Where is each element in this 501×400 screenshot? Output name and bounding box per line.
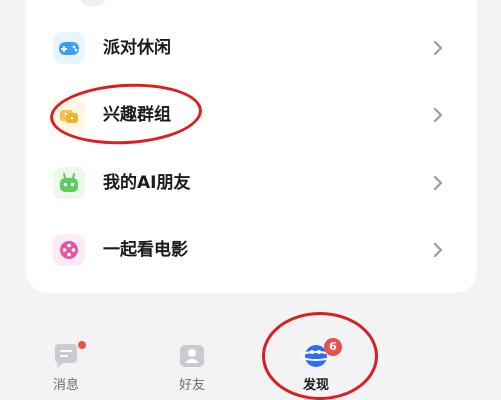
chevron-right-icon [433, 175, 443, 191]
discover-page: 派对休闲 兴趣群组 我的AI朋友 一起看电影 消息 好友 6 发现 [0, 0, 501, 400]
menu-item-my-ai-friends[interactable]: 我的AI朋友 [26, 155, 477, 211]
highlight-oval-discover-tab [262, 312, 378, 400]
contacts-icon [176, 341, 208, 371]
tab-friends[interactable]: 好友 [152, 331, 232, 400]
menu-item-party-games[interactable]: 派对休闲 [26, 20, 477, 76]
bottom-tab-bar: 消息 好友 6 发现 [0, 331, 501, 400]
feature-list-card: 派对休闲 兴趣群组 我的AI朋友 一起看电影 [26, 0, 477, 293]
unread-dot [78, 341, 86, 349]
menu-item-label: 一起看电影 [103, 240, 188, 260]
film-reel-icon [53, 234, 85, 266]
robot-icon [53, 167, 85, 199]
menu-item-label: 我的AI朋友 [103, 173, 191, 193]
menu-item-label: 派对休闲 [103, 38, 171, 58]
chevron-right-icon [433, 242, 443, 258]
menu-item-watch-movies-together[interactable]: 一起看电影 [26, 222, 477, 278]
chevron-right-icon [433, 107, 443, 123]
gamepad-icon [53, 32, 85, 64]
tab-messages[interactable]: 消息 [26, 331, 106, 400]
chevron-right-icon [433, 40, 443, 56]
previous-item-icon [80, 0, 106, 6]
tab-label: 好友 [178, 378, 205, 393]
tab-label: 消息 [52, 378, 79, 393]
